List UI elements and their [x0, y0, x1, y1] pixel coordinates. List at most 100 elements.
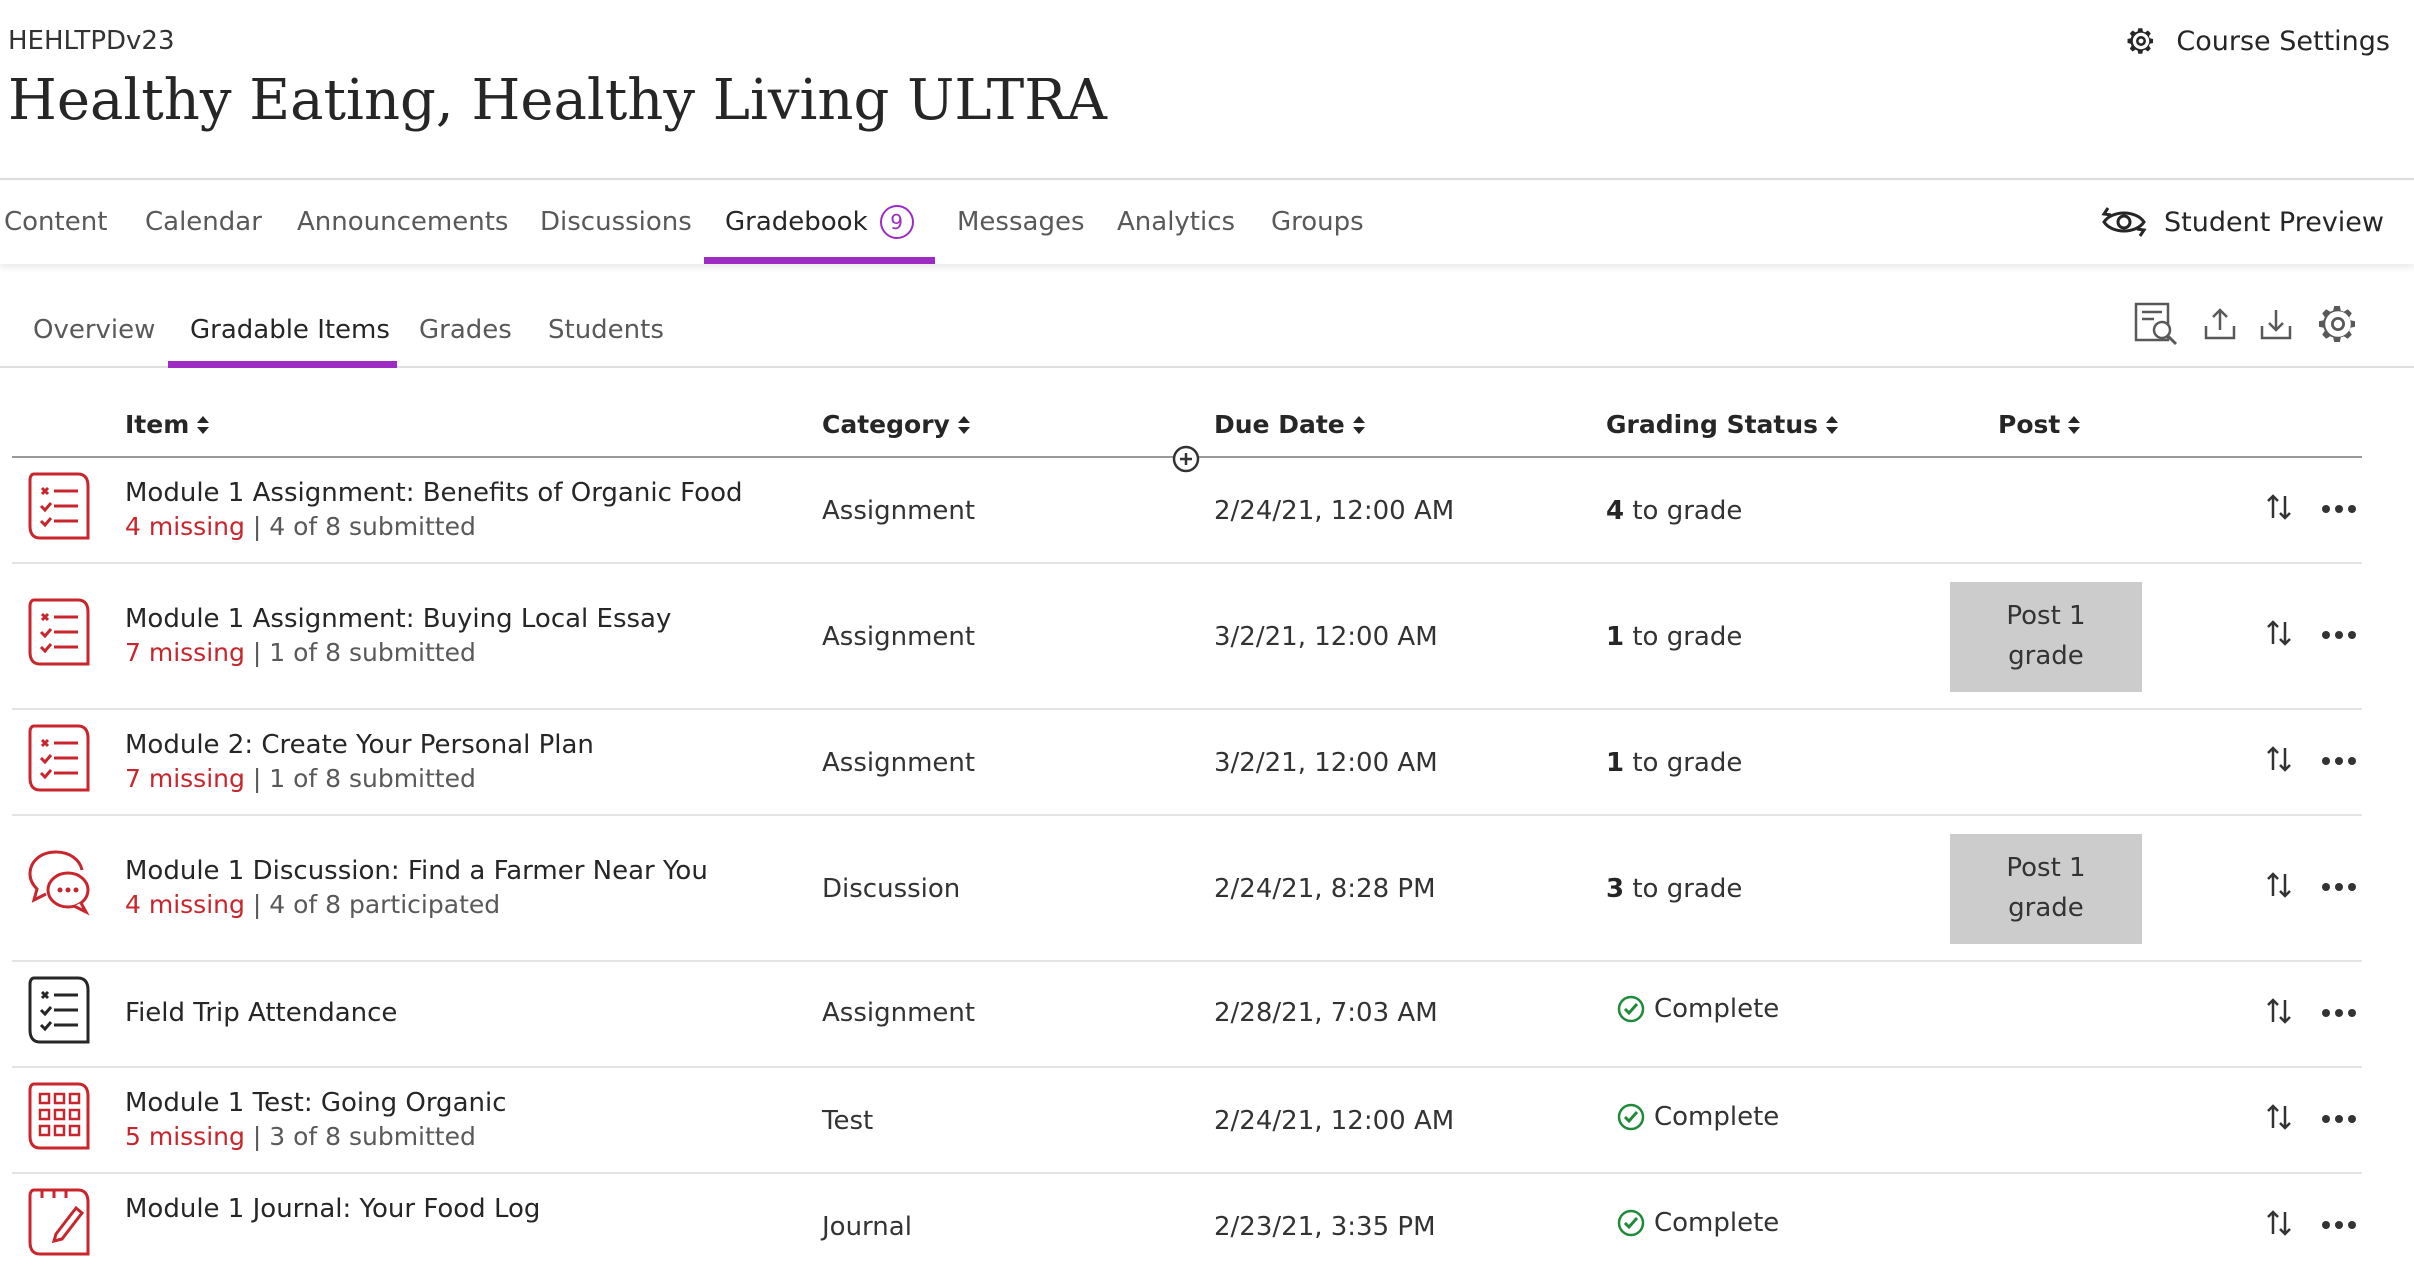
table-row: Module 2: Create Your Personal Plan 7 mi…: [12, 708, 2362, 816]
item-title-link[interactable]: Module 1 Test: Going Organic: [125, 1088, 507, 1118]
reorder-arrows-icon[interactable]: [2266, 744, 2292, 774]
more-options-icon[interactable]: [2322, 756, 2356, 766]
item-category: Assignment: [822, 622, 976, 652]
reorder-arrows-icon[interactable]: [2266, 870, 2292, 900]
item-title-link[interactable]: Module 2: Create Your Personal Plan: [125, 730, 594, 760]
gradebook-subnav: Overview Gradable Items Grades Students: [0, 294, 2414, 368]
item-submission-summary: 7 missing | 1 of 8 submitted: [125, 638, 476, 667]
course-settings-label: Course Settings: [2176, 25, 2390, 57]
discussion-icon: [28, 850, 90, 916]
column-header-item[interactable]: Item: [125, 410, 210, 439]
item-submission-summary: 4 missing | 4 of 8 participated: [125, 890, 501, 919]
table-row: Module 1 Assignment: Buying Local Essay …: [12, 562, 2362, 710]
item-title-link[interactable]: Module 1 Assignment: Buying Local Essay: [125, 604, 671, 634]
student-preview-button[interactable]: Student Preview: [2100, 180, 2384, 264]
check-circle-icon: [1617, 995, 1645, 1023]
active-tab-indicator: [704, 257, 935, 264]
gear-icon: [2127, 28, 2154, 54]
course-nav: Content Calendar Announcements Discussio…: [0, 178, 2414, 264]
more-options-icon[interactable]: [2322, 882, 2356, 892]
item-due-date: 2/23/21, 3:35 PM: [1214, 1212, 1436, 1242]
subtab-overview[interactable]: Overview: [33, 294, 155, 366]
tab-content[interactable]: Content: [4, 180, 107, 264]
reorder-arrows-icon[interactable]: [2266, 1102, 2292, 1132]
item-category: Journal: [822, 1212, 912, 1242]
gradebook-count-badge: 9: [879, 205, 914, 239]
sort-icon: [957, 415, 970, 434]
check-circle-icon: [1617, 1103, 1645, 1131]
tab-analytics[interactable]: Analytics: [1117, 180, 1235, 264]
post-grades-button[interactable]: Post 1 grade: [1950, 834, 2142, 944]
tab-gradebook-label: Gradebook: [725, 207, 868, 237]
column-header-grading-status[interactable]: Grading Status: [1606, 410, 1839, 439]
tab-gradebook[interactable]: Gradebook 9: [725, 180, 914, 264]
course-code: HEHLTPDv23: [8, 26, 175, 56]
more-options-icon[interactable]: [2322, 630, 2356, 640]
upload-icon[interactable]: [2196, 300, 2244, 348]
grading-status-complete: Complete: [1616, 1102, 1779, 1132]
column-header-category[interactable]: Category: [822, 410, 970, 439]
grading-status[interactable]: 4 to grade: [1606, 496, 1742, 526]
sort-icon: [1352, 415, 1365, 434]
more-options-icon[interactable]: [2322, 1008, 2356, 1018]
search-submissions-icon[interactable]: [2132, 300, 2180, 348]
reorder-arrows-icon[interactable]: [2266, 492, 2292, 522]
item-due-date: 3/2/21, 12:00 AM: [1214, 622, 1438, 652]
column-header-post[interactable]: Post: [1998, 410, 2081, 439]
item-due-date: 2/24/21, 8:28 PM: [1214, 874, 1436, 904]
grading-status[interactable]: 3 to grade: [1606, 874, 1742, 904]
item-submission-summary: 4 missing | 4 of 8 submitted: [125, 512, 476, 541]
gear-icon[interactable]: [2314, 300, 2362, 348]
more-options-icon[interactable]: [2322, 1220, 2356, 1230]
student-preview-label: Student Preview: [2164, 206, 2384, 238]
item-due-date: 2/28/21, 7:03 AM: [1214, 998, 1438, 1028]
tab-messages[interactable]: Messages: [957, 180, 1085, 264]
tab-calendar[interactable]: Calendar: [145, 180, 262, 264]
eye-refresh-icon: [2101, 207, 2147, 237]
item-category: Assignment: [822, 998, 976, 1028]
post-grades-button[interactable]: Post 1 grade: [1950, 582, 2142, 692]
tab-groups[interactable]: Groups: [1271, 180, 1364, 264]
active-subtab-indicator: [168, 361, 397, 368]
table-row: Module 1 Assignment: Benefits of Organic…: [12, 458, 2362, 564]
more-options-icon[interactable]: [2322, 504, 2356, 514]
course-settings-button[interactable]: Course Settings: [2124, 24, 2390, 58]
sort-icon: [2068, 415, 2081, 434]
journal-icon: [28, 1188, 90, 1256]
item-title-link[interactable]: Module 1 Discussion: Find a Farmer Near …: [125, 856, 708, 886]
item-due-date: 2/24/21, 12:00 AM: [1214, 1106, 1455, 1136]
item-submission-summary: 7 missing | 1 of 8 submitted: [125, 764, 476, 793]
reorder-arrows-icon[interactable]: [2266, 996, 2292, 1026]
tab-discussions[interactable]: Discussions: [540, 180, 692, 264]
item-title-link[interactable]: Field Trip Attendance: [125, 998, 397, 1028]
sort-icon: [1826, 415, 1839, 434]
subtab-grades[interactable]: Grades: [419, 294, 512, 366]
test-icon: [28, 1082, 90, 1150]
sort-icon: [197, 415, 210, 434]
check-circle-icon: [1617, 1209, 1645, 1237]
more-options-icon[interactable]: [2322, 1114, 2356, 1124]
table-row: Module 1 Journal: Your Food Log Journal …: [12, 1172, 2362, 1278]
item-category: Discussion: [822, 874, 961, 904]
assignment-icon: [28, 976, 90, 1044]
grading-status-complete: Complete: [1616, 1208, 1779, 1238]
reorder-arrows-icon[interactable]: [2266, 618, 2292, 648]
grading-status-complete: Complete: [1616, 994, 1779, 1024]
subtab-students[interactable]: Students: [548, 294, 664, 366]
grading-status[interactable]: 1 to grade: [1606, 622, 1742, 652]
item-submission-summary: 5 missing | 3 of 8 submitted: [125, 1122, 476, 1151]
item-category: Assignment: [822, 496, 976, 526]
column-header-due-date[interactable]: Due Date: [1214, 410, 1365, 439]
table-row: Field Trip Attendance Assignment 2/28/21…: [12, 960, 2362, 1068]
table-row: Module 1 Discussion: Find a Farmer Near …: [12, 814, 2362, 962]
course-title: Healthy Eating, Healthy Living ULTRA: [8, 68, 1107, 133]
item-category: Assignment: [822, 748, 976, 778]
item-title-link[interactable]: Module 1 Assignment: Benefits of Organic…: [125, 478, 742, 508]
subtab-gradable-items[interactable]: Gradable Items: [190, 294, 390, 366]
grading-status[interactable]: 1 to grade: [1606, 748, 1742, 778]
assignment-icon: [28, 598, 90, 666]
download-icon[interactable]: [2252, 300, 2300, 348]
reorder-arrows-icon[interactable]: [2266, 1208, 2292, 1238]
tab-announcements[interactable]: Announcements: [297, 180, 508, 264]
item-title-link[interactable]: Module 1 Journal: Your Food Log: [125, 1194, 540, 1224]
